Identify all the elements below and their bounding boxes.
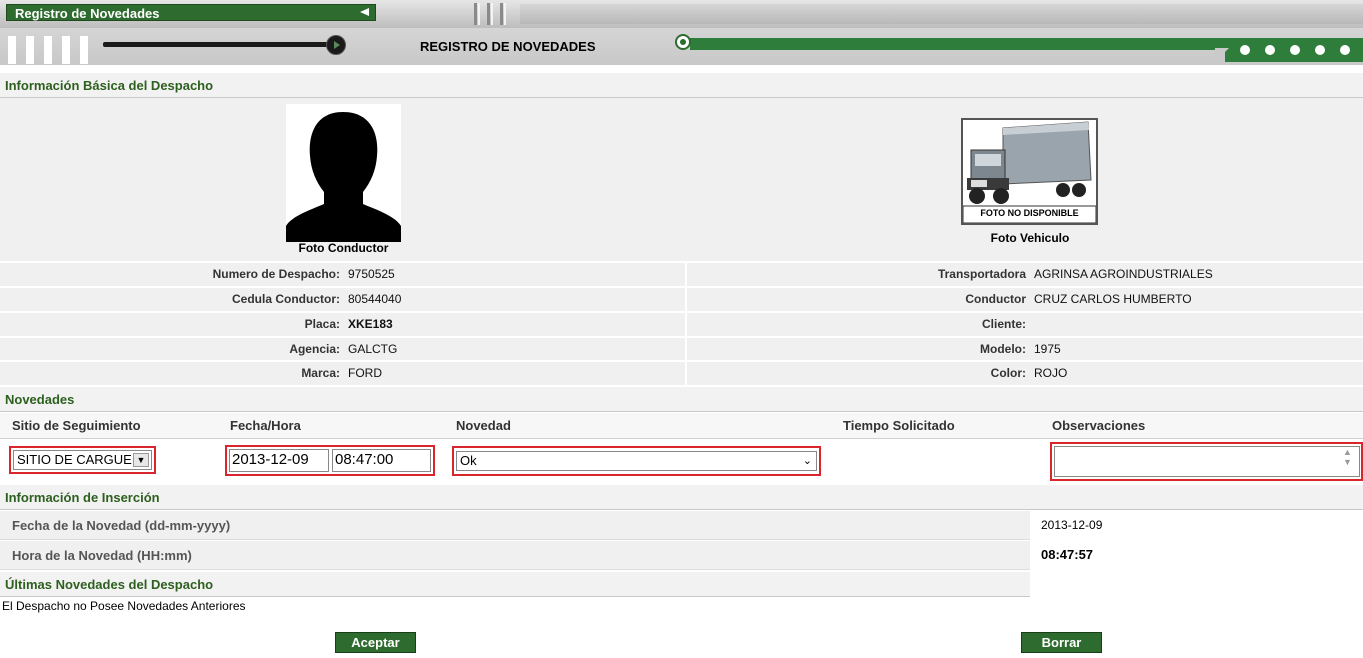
titlebar-track bbox=[520, 4, 1363, 24]
dot-icon bbox=[1265, 45, 1275, 55]
field-value: XKE183 bbox=[348, 317, 393, 331]
sitio-select-value: SITIO DE CARGUE bbox=[17, 452, 132, 467]
window-title: Registro de Novedades bbox=[6, 4, 376, 21]
vehicle-photo-placeholder: FOTO NO DISPONIBLE bbox=[980, 208, 1079, 218]
field-value: ROJO bbox=[1034, 366, 1068, 380]
field-value: CRUZ CARLOS HUMBERTO bbox=[1034, 292, 1192, 306]
grip-highlight bbox=[491, 3, 493, 25]
stripe bbox=[80, 36, 88, 64]
grip-icon bbox=[474, 3, 477, 25]
insercion-fecha-row: Fecha de la Novedad (dd-mm-yyyy) bbox=[0, 511, 1030, 540]
column-header-tiempo: Tiempo Solicitado bbox=[843, 418, 955, 433]
insercion-header: Información de Inserción bbox=[0, 485, 1363, 510]
field-value: AGRINSA AGROINDUSTRIALES bbox=[1034, 267, 1213, 281]
novedades-header: Novedades bbox=[0, 387, 1363, 412]
chevron-down-icon[interactable]: ▼ bbox=[133, 453, 149, 467]
play-arrow-icon bbox=[334, 41, 340, 49]
page-title: REGISTRO DE NOVEDADES bbox=[420, 39, 596, 54]
column-header-fecha-hora: Fecha/Hora bbox=[230, 418, 301, 433]
field-value: FORD bbox=[348, 366, 382, 380]
hora-input[interactable]: 08:47:00 bbox=[332, 449, 431, 472]
field-label: Cliente: bbox=[981, 317, 1026, 331]
observaciones-textarea[interactable] bbox=[1054, 446, 1360, 477]
field-value: GALCTG bbox=[348, 342, 398, 356]
field-label: Placa: bbox=[304, 317, 340, 331]
field-value: 9750525 bbox=[348, 267, 395, 281]
basic-info-header: Información Básica del Despacho bbox=[0, 73, 1363, 98]
field-label: Agencia: bbox=[289, 342, 340, 356]
dot-icon bbox=[1315, 45, 1325, 55]
header-ring-dot bbox=[680, 39, 686, 45]
insercion-hora-row: Hora de la Novedad (HH:mm) bbox=[0, 541, 1030, 570]
info-row: Placa: XKE183 Cliente: bbox=[0, 311, 1363, 336]
photo-area bbox=[0, 98, 1363, 262]
column-header-novedad: Novedad bbox=[456, 418, 511, 433]
insercion-fecha-value: 2013-12-09 bbox=[1041, 518, 1103, 532]
info-row: Agencia: GALCTG Modelo: 1975 bbox=[0, 336, 1363, 361]
novedad-select[interactable]: Ok ⌄ bbox=[456, 451, 817, 471]
field-label: Cedula Conductor: bbox=[232, 292, 340, 306]
header-green-slant bbox=[1215, 48, 1229, 62]
sitio-select[interactable]: SITIO DE CARGUE ▼ bbox=[13, 450, 152, 470]
column-header-sitio: Sitio de Seguimiento bbox=[12, 418, 141, 433]
field-label: Color: bbox=[990, 366, 1026, 380]
ultimas-empty-message: El Despacho no Posee Novedades Anteriore… bbox=[2, 599, 246, 613]
person-silhouette-icon bbox=[286, 112, 401, 242]
driver-photo bbox=[286, 104, 401, 242]
fecha-input[interactable]: 2013-12-09 bbox=[229, 449, 329, 472]
stripe bbox=[26, 36, 34, 64]
novedades-column-header-row bbox=[0, 413, 1363, 439]
header-track bbox=[103, 42, 335, 47]
insercion-hora-label: Hora de la Novedad (HH:mm) bbox=[12, 548, 192, 563]
field-label: Conductor bbox=[965, 292, 1026, 306]
dot-icon bbox=[1340, 45, 1350, 55]
info-row: Marca: FORD Color: ROJO bbox=[0, 360, 1363, 385]
dot-icon bbox=[1290, 45, 1300, 55]
novedad-select-value: Ok bbox=[460, 453, 477, 468]
field-value: 1975 bbox=[1034, 342, 1061, 356]
field-label: Numero de Despacho: bbox=[212, 267, 340, 281]
insercion-fecha-label: Fecha de la Novedad (dd-mm-yyyy) bbox=[12, 518, 231, 533]
vehicle-photo: FOTO NO DISPONIBLE bbox=[961, 118, 1098, 225]
grip-line bbox=[487, 3, 490, 25]
delete-button[interactable]: Borrar bbox=[1021, 632, 1102, 653]
column-header-observaciones: Observaciones bbox=[1052, 418, 1146, 433]
vehicle-photo-caption: Foto Vehiculo bbox=[990, 231, 1070, 245]
stripe bbox=[44, 36, 52, 64]
stripe bbox=[62, 36, 70, 64]
accept-button[interactable]: Aceptar bbox=[335, 632, 416, 653]
field-label: Transportadora bbox=[937, 267, 1026, 281]
grip-line bbox=[500, 3, 503, 25]
chevron-down-icon[interactable]: ⌄ bbox=[803, 452, 812, 470]
stripe bbox=[8, 36, 16, 64]
textarea-scroll-icon[interactable]: ▲ ▼ bbox=[1343, 447, 1352, 467]
field-label: Modelo: bbox=[980, 342, 1026, 356]
grip-highlight bbox=[478, 3, 480, 25]
field-value: 80544040 bbox=[348, 292, 402, 306]
info-row: Cedula Conductor: 80544040 Conductor CRU… bbox=[0, 286, 1363, 311]
collapse-arrow-icon[interactable] bbox=[360, 8, 369, 16]
grip-highlight bbox=[504, 3, 506, 25]
driver-photo-caption: Foto Conductor bbox=[298, 241, 389, 255]
dot-icon bbox=[1240, 45, 1250, 55]
field-label: Marca: bbox=[301, 366, 340, 380]
info-row: Numero de Despacho: 9750525 Transportado… bbox=[0, 261, 1363, 286]
insercion-hora-value: 08:47:57 bbox=[1041, 547, 1094, 562]
ultimas-header: Últimas Novedades del Despacho bbox=[0, 572, 1030, 597]
